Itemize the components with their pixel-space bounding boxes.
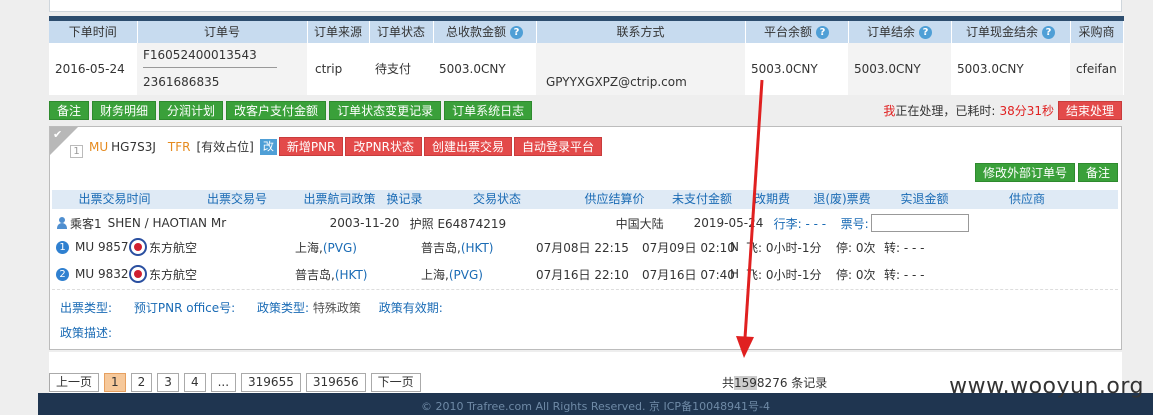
arrow-shaft — [743, 79, 764, 339]
annotation-arrow — [736, 79, 764, 358]
arrow-head — [736, 336, 754, 358]
order-page: 下单时间 订单号 订单来源 订单状态 总收款金额? 联系方式 平台余额? 订单结… — [0, 0, 1153, 415]
